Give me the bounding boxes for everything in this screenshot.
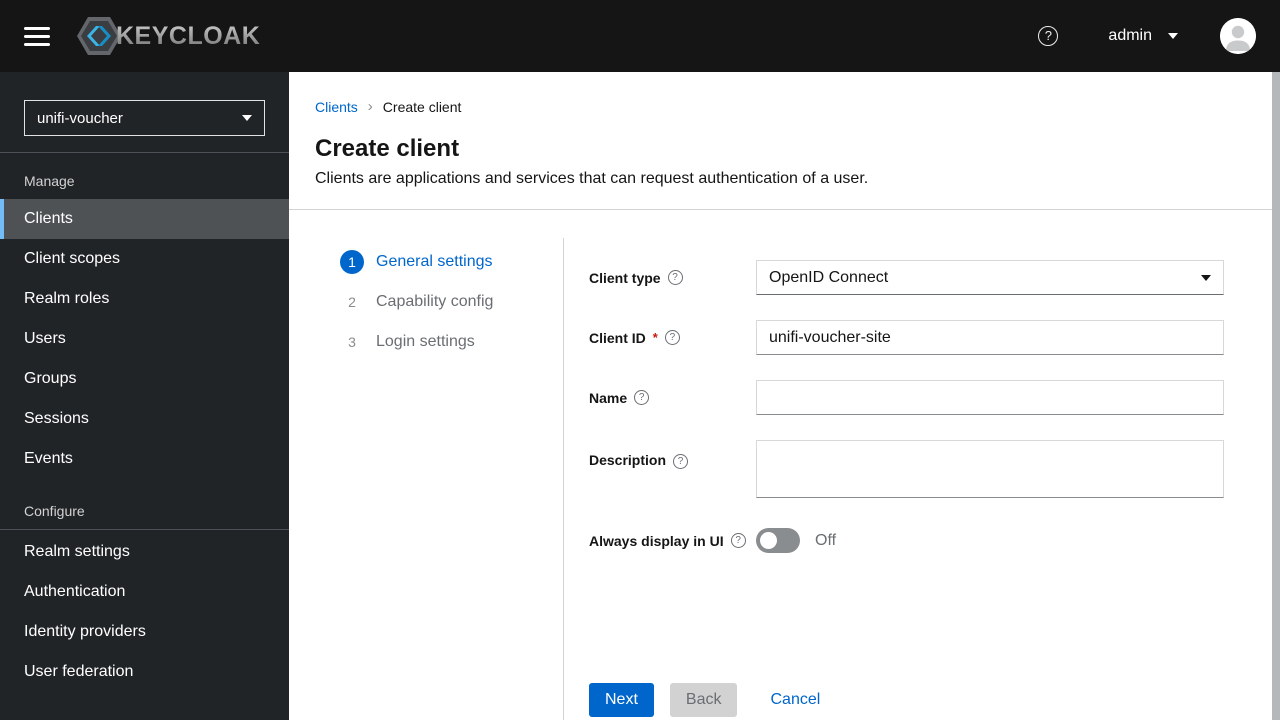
- always-display-label: Always display in UI ?: [589, 528, 756, 553]
- form-row-name: Name ?: [589, 380, 1224, 415]
- name-input[interactable]: [756, 380, 1224, 415]
- form-row-client-id: Client ID * ?: [589, 320, 1224, 355]
- label-text: Client ID: [589, 329, 646, 346]
- toggle-knob: [760, 532, 777, 549]
- toggle-state-label: Off: [815, 531, 837, 549]
- sidebar-item-groups[interactable]: Groups: [0, 359, 289, 399]
- help-icon[interactable]: ?: [1038, 26, 1059, 46]
- wizard-form: Client type ? OpenID Connect Client ID *…: [563, 238, 1272, 720]
- sidebar-item-clients[interactable]: Clients: [0, 199, 289, 239]
- nav-group-manage: Manage Clients Client scopes Realm roles…: [0, 153, 289, 479]
- menu-icon[interactable]: [24, 26, 50, 46]
- cancel-button[interactable]: Cancel: [770, 691, 820, 709]
- sidebar-item-authentication[interactable]: Authentication: [0, 572, 289, 612]
- client-id-input[interactable]: [756, 320, 1224, 355]
- user-menu[interactable]: admin: [1108, 27, 1178, 45]
- username: admin: [1108, 27, 1152, 44]
- wizard-footer: Next Back Cancel: [589, 683, 820, 717]
- step-label: General settings: [376, 253, 493, 270]
- scrollbar[interactable]: [1272, 72, 1280, 720]
- user-icon: [1220, 18, 1256, 54]
- label-text: Always display in UI: [589, 532, 724, 549]
- help-icon[interactable]: ?: [673, 454, 689, 469]
- step-number: 1: [340, 250, 364, 274]
- help-icon[interactable]: ?: [667, 270, 683, 285]
- main-content: Clients › Create client Create client Cl…: [289, 72, 1272, 720]
- step-number: 3: [348, 334, 356, 350]
- nav-group-label: Configure: [24, 503, 85, 519]
- sidebar-item-sessions[interactable]: Sessions: [0, 399, 289, 439]
- always-display-toggle[interactable]: [756, 528, 800, 553]
- label-text: Description: [589, 452, 667, 468]
- client-type-select[interactable]: OpenID Connect: [756, 260, 1224, 295]
- sidebar-item-events[interactable]: Events: [0, 439, 289, 479]
- breadcrumb-link-clients[interactable]: Clients: [315, 99, 358, 115]
- sidebar-divider: [0, 529, 289, 530]
- breadcrumb-current: Create client: [382, 98, 462, 115]
- realm-name: unifi-voucher: [37, 109, 123, 127]
- client-id-label: Client ID * ?: [589, 320, 756, 355]
- brand-text: KEYCLOAK: [116, 21, 261, 50]
- client-type-label: Client type ?: [589, 260, 756, 295]
- sidebar-item-realm-roles[interactable]: Realm roles: [0, 279, 289, 319]
- description-textarea[interactable]: [756, 440, 1224, 498]
- nav-group-configure: Configure Realm settings Authentication …: [0, 503, 289, 692]
- next-button[interactable]: Next: [589, 683, 654, 717]
- breadcrumb-chevron-icon: ›: [367, 98, 373, 115]
- step-label: Login settings: [376, 333, 475, 350]
- back-button[interactable]: Back: [669, 683, 738, 717]
- page-subtitle: Clients are applications and services th…: [315, 170, 869, 187]
- wizard-step-capability-config[interactable]: 2 Capability config: [340, 282, 563, 322]
- name-label: Name ?: [589, 380, 756, 415]
- page-title: Create client: [315, 135, 460, 162]
- wizard-steps: 1 General settings 2 Capability config 3…: [289, 210, 563, 720]
- sidebar-item-client-scopes[interactable]: Client scopes: [0, 239, 289, 279]
- nav-group-label: Manage: [24, 173, 75, 189]
- form-row-always-display: Always display in UI ? Off: [589, 528, 1224, 553]
- realm-selector[interactable]: unifi-voucher: [24, 100, 265, 136]
- breadcrumb: Clients › Create client: [315, 98, 1246, 115]
- sidebar: unifi-voucher Manage Clients Client scop…: [0, 72, 289, 720]
- form-row-description: Description ?: [589, 440, 1224, 503]
- caret-down-icon: [1168, 33, 1178, 39]
- help-icon[interactable]: ?: [730, 533, 746, 548]
- sidebar-item-realm-settings[interactable]: Realm settings: [0, 532, 289, 572]
- sidebar-item-users[interactable]: Users: [0, 319, 289, 359]
- help-icon[interactable]: ?: [634, 390, 650, 405]
- caret-down-icon: [1201, 274, 1211, 281]
- page-header: Clients › Create client Create client Cl…: [289, 72, 1272, 210]
- label-text: Client type: [589, 269, 661, 286]
- form-row-client-type: Client type ? OpenID Connect: [589, 260, 1224, 295]
- wizard: 1 General settings 2 Capability config 3…: [289, 210, 1272, 720]
- label-text: Name: [589, 389, 628, 406]
- required-marker: *: [652, 330, 658, 345]
- caret-down-icon: [242, 115, 252, 121]
- client-type-value: OpenID Connect: [769, 268, 889, 286]
- masthead: KEYCLOAK ? admin: [0, 0, 1280, 72]
- step-label: Capability config: [376, 293, 494, 310]
- wizard-step-login-settings[interactable]: 3 Login settings: [340, 322, 563, 362]
- sidebar-item-user-federation[interactable]: User federation: [0, 652, 289, 692]
- help-icon[interactable]: ?: [664, 330, 680, 345]
- sidebar-item-identity-providers[interactable]: Identity providers: [0, 612, 289, 652]
- description-label: Description ?: [589, 440, 756, 503]
- wizard-step-general-settings[interactable]: 1 General settings: [340, 242, 563, 282]
- step-number: 2: [348, 294, 356, 310]
- keycloak-logo: KEYCLOAK: [76, 15, 260, 57]
- avatar[interactable]: [1220, 18, 1256, 54]
